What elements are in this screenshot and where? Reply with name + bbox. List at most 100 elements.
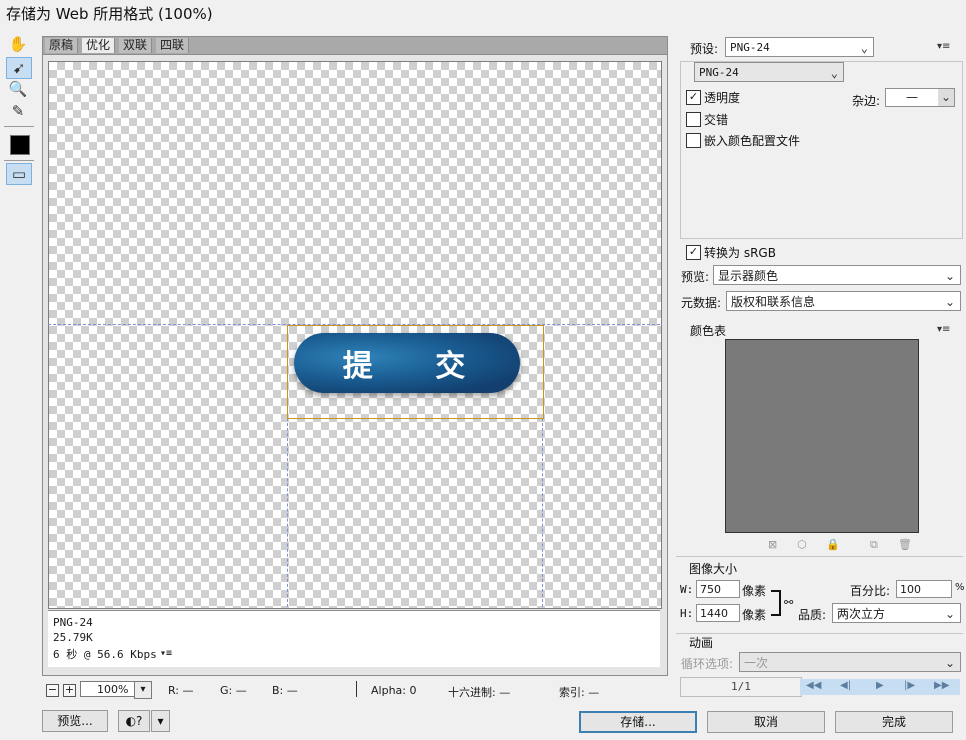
preview-color-label: 预览: — [681, 270, 710, 284]
divider — [676, 556, 963, 557]
transparency-checkbox[interactable]: ✓ — [686, 90, 701, 105]
status-divider — [356, 681, 357, 697]
frame-counter: 1/1 — [731, 680, 751, 693]
zoom-level-value: 100% — [97, 683, 129, 696]
chevron-down-icon: ⌄ — [944, 656, 955, 670]
animation-title: 动画 — [689, 636, 714, 650]
chevron-down-icon: ⌄ — [938, 89, 954, 106]
matte-value: — — [906, 90, 918, 104]
chevron-down-icon: ⌄ — [944, 607, 955, 621]
height-unit: 像素 — [742, 608, 767, 622]
map-to-transparent-icon[interactable]: ⊠ — [768, 538, 777, 551]
add-color-icon[interactable]: ⧉ — [870, 538, 878, 552]
preview-color-select[interactable]: 显示器颜色 ⌄ — [713, 265, 961, 285]
delete-color-icon[interactable]: 🗑 — [898, 538, 912, 551]
matte-select[interactable]: — ⌄ — [885, 88, 955, 107]
toolbox: ✋ ➹ 🔍 ✎ ▭ — [4, 34, 34, 684]
chain-link-icon[interactable]: ⚯ — [784, 596, 793, 609]
width-label: W: — [680, 583, 694, 596]
preset-value: PNG-24 — [730, 41, 770, 54]
tool-divider — [4, 126, 34, 127]
info-download-time: 6 秒 @ 56.6 Kbps — [53, 648, 157, 661]
tab-original[interactable]: 原稿 — [45, 38, 79, 53]
divider — [676, 633, 963, 634]
last-frame-icon[interactable]: ▶▶ — [934, 680, 949, 691]
previous-frame-icon[interactable]: ◀| — [840, 680, 851, 691]
browser-chevron-down-icon[interactable]: ▾ — [151, 710, 170, 732]
readout-alpha: Alpha: 0 — [371, 684, 417, 697]
readout-index: 索引: — — [559, 686, 600, 699]
download-speed-menu-icon[interactable]: ▾≡ — [160, 648, 172, 659]
percent-label: 百分比: — [850, 584, 891, 598]
slice-select-tool-icon[interactable]: ➹ — [6, 57, 32, 79]
preview-button[interactable]: 预览... — [42, 710, 108, 732]
readout-blue: B: — — [272, 684, 298, 697]
quality-select[interactable]: 两次立方 ⌄ — [832, 603, 961, 623]
interlaced-label: 交错 — [704, 113, 729, 127]
web-shift-icon[interactable]: ⬡ — [797, 538, 807, 551]
eyedropper-tool-icon[interactable]: ✎ — [6, 101, 30, 121]
quality-value: 两次立方 — [837, 607, 886, 621]
file-format-value: PNG-24 — [699, 66, 739, 79]
convert-srgb-checkbox[interactable]: ✓ — [686, 245, 701, 260]
status-bar: − + 100% ▾ R: — G: — B: — Alpha: 0 十六进制:… — [42, 680, 666, 700]
zoom-tool-icon[interactable]: 🔍 — [6, 79, 30, 99]
embed-color-profile-checkbox[interactable] — [686, 133, 701, 148]
lock-color-icon[interactable]: 🔒 — [826, 538, 840, 551]
height-input[interactable]: 1440 — [696, 604, 740, 622]
metadata-select[interactable]: 版权和联系信息 ⌄ — [726, 291, 961, 311]
quality-label: 品质: — [798, 608, 827, 622]
metadata-label: 元数据: — [681, 296, 722, 310]
view-tabs: 原稿 优化 双联 四联 — [42, 36, 668, 55]
toggle-slices-visibility-icon[interactable]: ▭ — [6, 163, 32, 185]
tab-2-up[interactable]: 双联 — [119, 38, 153, 53]
transparency-label: 透明度 — [704, 91, 741, 105]
readout-red: R: — — [168, 684, 194, 697]
preview-color-value: 显示器颜色 — [718, 269, 779, 283]
chevron-down-icon: ⌄ — [944, 295, 955, 309]
chevron-down-icon: ⌄ — [830, 66, 838, 80]
metadata-value: 版权和联系信息 — [731, 295, 816, 309]
info-format: PNG-24 — [53, 616, 93, 629]
window-title: 存储为 Web 所用格式 (100%) — [6, 5, 213, 23]
play-icon[interactable]: ▶ — [876, 680, 884, 691]
image-size-title: 图像大小 — [689, 562, 738, 576]
preset-label: 预设: — [690, 42, 719, 56]
preset-menu-icon[interactable]: ▾≡ — [937, 41, 950, 52]
color-table-menu-icon[interactable]: ▾≡ — [937, 324, 950, 335]
save-button[interactable]: 存储... — [579, 711, 697, 733]
matte-label: 杂边: — [852, 94, 881, 108]
loop-options-label: 循环选项: — [681, 657, 734, 671]
percent-unit: % — [955, 582, 965, 593]
file-format-select[interactable]: PNG-24 ⌄ — [694, 62, 844, 82]
loop-options-select[interactable]: 一次 ⌄ — [739, 652, 961, 672]
tab-4-up[interactable]: 四联 — [156, 38, 190, 53]
done-button[interactable]: 完成 — [835, 711, 953, 733]
first-frame-icon[interactable]: ◀◀ — [806, 680, 821, 691]
next-frame-icon[interactable]: |▶ — [904, 680, 915, 691]
percent-input[interactable]: 100 — [896, 580, 952, 598]
hand-tool-icon[interactable]: ✋ — [6, 34, 30, 54]
zoom-in-button[interactable]: + — [63, 684, 76, 697]
convert-srgb-label: 转换为 sRGB — [704, 246, 776, 260]
interlaced-checkbox[interactable] — [686, 112, 701, 127]
height-label: H: — [680, 607, 694, 620]
readout-hex: 十六进制: — — [448, 686, 511, 699]
color-table[interactable] — [725, 339, 919, 533]
tab-optimized[interactable]: 优化 — [82, 38, 116, 53]
zoom-out-button[interactable]: − — [46, 684, 59, 697]
tool-divider — [4, 160, 34, 161]
preset-select[interactable]: PNG-24 ⌄ — [725, 37, 874, 57]
width-input[interactable]: 750 — [696, 580, 740, 598]
eyedropper-color-swatch[interactable] — [10, 135, 30, 155]
embed-color-profile-label: 嵌入颜色配置文件 — [704, 134, 801, 148]
slice-guide-vertical — [287, 418, 288, 607]
cancel-button[interactable]: 取消 — [707, 711, 825, 733]
browser-preview-icon[interactable]: ◐? — [118, 710, 150, 732]
chevron-down-icon: ⌄ — [860, 41, 868, 55]
zoom-level-select[interactable]: 100% ▾ — [80, 681, 152, 699]
info-size: 25.79K — [53, 631, 93, 644]
animation-controls: ◀◀ ◀| ▶ |▶ ▶▶ — [800, 679, 960, 695]
chevron-down-icon: ▾ — [134, 681, 152, 699]
loop-options-value: 一次 — [744, 656, 769, 670]
